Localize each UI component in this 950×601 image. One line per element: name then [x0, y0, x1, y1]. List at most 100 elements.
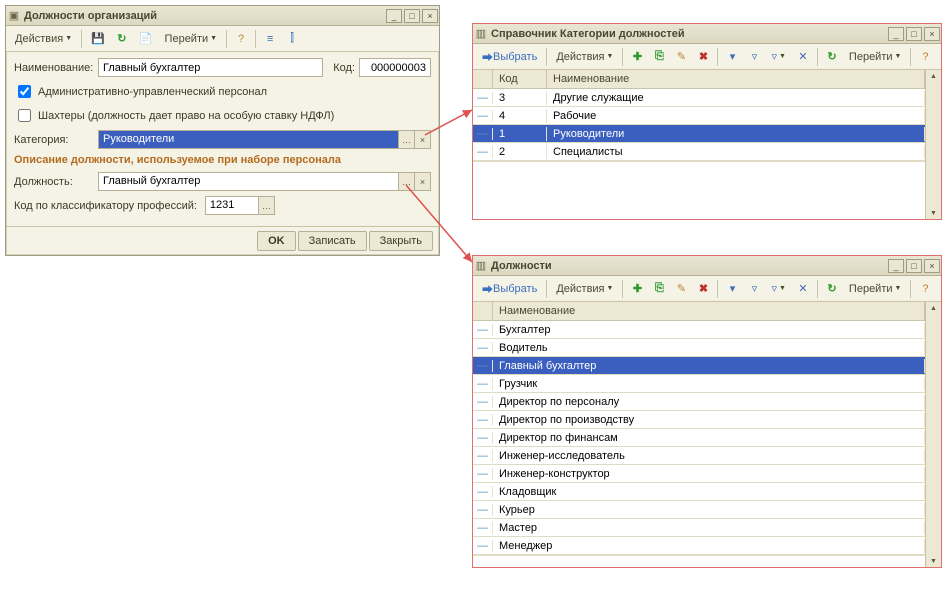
- scroll-up-icon[interactable]: ▲: [926, 302, 941, 314]
- copy-icon[interactable]: ⎘: [649, 279, 669, 299]
- filter3-icon[interactable]: ▿▼: [766, 47, 790, 67]
- filter2-icon[interactable]: ▿: [744, 279, 764, 299]
- help-icon[interactable]: ?: [915, 47, 935, 67]
- row-icon: —: [473, 504, 493, 516]
- window-title: Должности: [489, 260, 887, 272]
- toolbar: ⮕ Выбрать Действия▼ ✚ ⎘ ✎ ✖ ▾ ▿ ▿▼ ✕ ↻ П…: [473, 44, 941, 70]
- cell-name: Инженер-конструктор: [493, 467, 925, 481]
- filter-icon[interactable]: ▾: [722, 47, 742, 67]
- copy-icon[interactable]: 📄: [134, 29, 158, 49]
- close-form-button[interactable]: Закрыть: [369, 231, 433, 251]
- table-row[interactable]: —1Руководители: [473, 125, 925, 143]
- maximize-button[interactable]: □: [906, 259, 922, 273]
- category-lookup-button[interactable]: …: [398, 131, 414, 148]
- table-row[interactable]: —4Рабочие: [473, 107, 925, 125]
- col-code[interactable]: Код: [493, 70, 547, 88]
- maximize-button[interactable]: □: [404, 9, 420, 23]
- window-title: Должности организаций: [22, 10, 385, 22]
- scrollbar[interactable]: ▲ ▼: [925, 302, 941, 567]
- copy-icon[interactable]: ⎘: [649, 47, 669, 67]
- table-row[interactable]: —Главный бухгалтер: [473, 357, 925, 375]
- clear-filter-icon[interactable]: ✕: [793, 47, 813, 67]
- button-bar: OK Записать Закрыть: [6, 226, 439, 255]
- delete-icon[interactable]: ✖: [693, 279, 713, 299]
- table-row[interactable]: —Мастер: [473, 519, 925, 537]
- table-row[interactable]: —Бухгалтер: [473, 321, 925, 339]
- list-icon[interactable]: ≡: [260, 29, 280, 49]
- table-row[interactable]: —Директор по персоналу: [473, 393, 925, 411]
- filter2-icon[interactable]: ▿: [744, 47, 764, 67]
- minimize-button[interactable]: _: [386, 9, 402, 23]
- col-name[interactable]: Наименование: [547, 70, 925, 88]
- goto-menu[interactable]: Перейти▼: [160, 29, 223, 49]
- help-icon[interactable]: ?: [231, 29, 251, 49]
- position-combo[interactable]: Главный бухгалтер … ×: [98, 172, 431, 191]
- delete-icon[interactable]: ✖: [693, 47, 713, 67]
- goto-menu[interactable]: Перейти▼: [844, 47, 907, 67]
- select-button[interactable]: ⮕ Выбрать: [477, 47, 542, 67]
- edit-icon[interactable]: ✎: [671, 279, 691, 299]
- maximize-button[interactable]: □: [906, 27, 922, 41]
- close-button[interactable]: ×: [924, 259, 940, 273]
- close-button[interactable]: ×: [422, 9, 438, 23]
- add-icon[interactable]: ✚: [627, 47, 647, 67]
- table-row[interactable]: —Водитель: [473, 339, 925, 357]
- row-icon: —: [473, 324, 493, 336]
- position-clear-button[interactable]: ×: [414, 173, 430, 190]
- refresh-icon[interactable]: ↻: [822, 47, 842, 67]
- write-button[interactable]: Записать: [298, 231, 367, 251]
- table-row[interactable]: —3Другие служащие: [473, 89, 925, 107]
- ok-button[interactable]: OK: [257, 231, 296, 251]
- miners-label: Шахтеры (должность дает право на особую …: [38, 110, 334, 122]
- classifier-lookup-button[interactable]: …: [258, 197, 274, 214]
- scrollbar[interactable]: ▲ ▼: [925, 70, 941, 219]
- add-icon[interactable]: ✚: [627, 279, 647, 299]
- actions-menu[interactable]: Действия▼: [551, 47, 618, 67]
- filter3-icon[interactable]: ▿▼: [766, 279, 790, 299]
- category-value: Руководители: [99, 131, 398, 148]
- grid: Наименование —Бухгалтер—Водитель—Главный…: [473, 302, 941, 567]
- name-label: Наименование:: [14, 62, 94, 74]
- scroll-down-icon[interactable]: ▼: [926, 555, 941, 567]
- table-row[interactable]: —Курьер: [473, 501, 925, 519]
- table-row[interactable]: —2Специалисты: [473, 143, 925, 161]
- table-row[interactable]: —Директор по финансам: [473, 429, 925, 447]
- filter-icon[interactable]: ▾: [722, 279, 742, 299]
- close-button[interactable]: ×: [924, 27, 940, 41]
- refresh-icon[interactable]: ↻: [112, 29, 132, 49]
- admin-checkbox[interactable]: [18, 85, 31, 98]
- minimize-button[interactable]: _: [888, 27, 904, 41]
- goto-menu[interactable]: Перейти▼: [844, 279, 907, 299]
- window-icon: ▣: [6, 9, 22, 22]
- minimize-button[interactable]: _: [888, 259, 904, 273]
- code-input[interactable]: [359, 58, 431, 77]
- structure-icon[interactable]: ⫿: [282, 29, 302, 49]
- cell-name: Главный бухгалтер: [493, 359, 925, 373]
- col-name[interactable]: Наименование: [493, 302, 925, 320]
- edit-icon[interactable]: ✎: [671, 47, 691, 67]
- table-row[interactable]: —Инженер-конструктор: [473, 465, 925, 483]
- row-icon: —: [473, 522, 493, 534]
- table-row[interactable]: —Кладовщик: [473, 483, 925, 501]
- table-row[interactable]: —Грузчик: [473, 375, 925, 393]
- name-input[interactable]: [98, 58, 323, 77]
- position-lookup-button[interactable]: …: [398, 173, 414, 190]
- save-icon[interactable]: 💾: [86, 29, 110, 49]
- table-row[interactable]: —Менеджер: [473, 537, 925, 555]
- clear-filter-icon[interactable]: ✕: [793, 279, 813, 299]
- category-combo[interactable]: Руководители … ×: [98, 130, 431, 149]
- scroll-up-icon[interactable]: ▲: [926, 70, 941, 82]
- classifier-combo[interactable]: 1231 …: [205, 196, 275, 215]
- scroll-down-icon[interactable]: ▼: [926, 207, 941, 219]
- actions-menu[interactable]: Действия▼: [10, 29, 77, 49]
- help-icon[interactable]: ?: [915, 279, 935, 299]
- actions-menu[interactable]: Действия▼: [551, 279, 618, 299]
- table-row[interactable]: —Директор по производству: [473, 411, 925, 429]
- table-row[interactable]: —Инженер-исследователь: [473, 447, 925, 465]
- category-clear-button[interactable]: ×: [414, 131, 430, 148]
- code-label: Код:: [333, 62, 355, 74]
- admin-label: Административно-управленческий персонал: [38, 86, 267, 98]
- refresh-icon[interactable]: ↻: [822, 279, 842, 299]
- miners-checkbox[interactable]: [18, 109, 31, 122]
- select-button[interactable]: ⮕ Выбрать: [477, 279, 542, 299]
